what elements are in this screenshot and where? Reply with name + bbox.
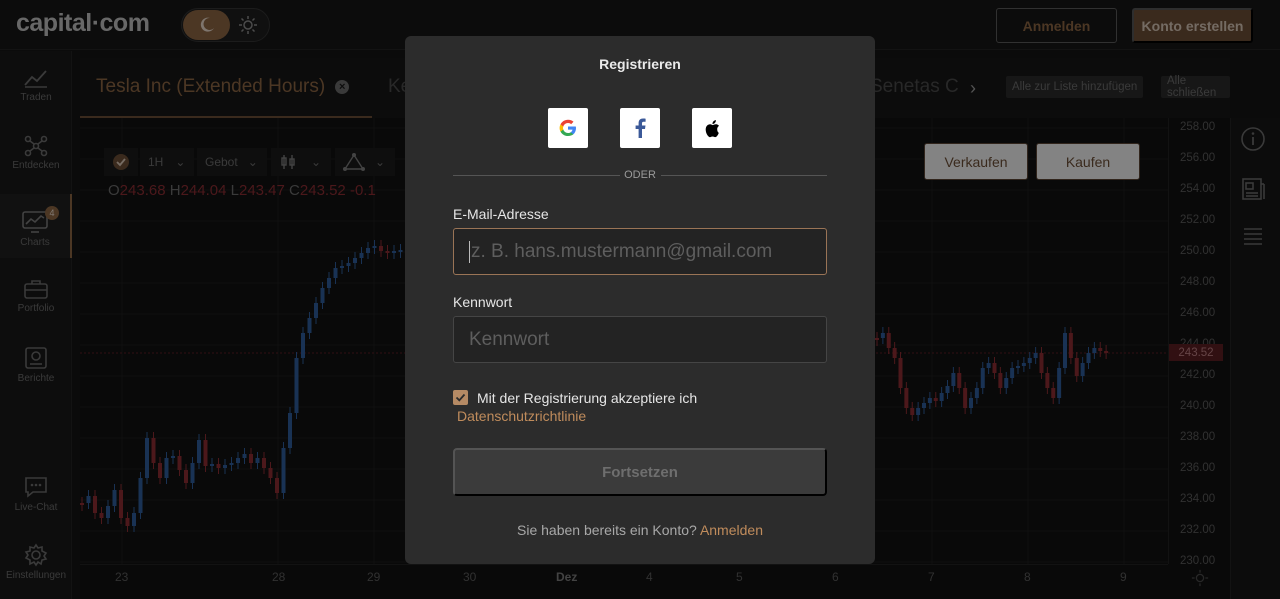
login-link[interactable]: Anmelden	[700, 522, 763, 538]
divider-right	[661, 175, 827, 176]
email-label: E-Mail-Adresse	[453, 206, 549, 222]
have-account-text: Sie haben bereits ein Konto?	[517, 522, 697, 538]
continue-button[interactable]: Fortsetzen	[453, 448, 827, 496]
text-caret	[469, 240, 470, 263]
privacy-policy-link[interactable]: Datenschutzrichtlinie	[457, 408, 586, 424]
register-modal: Registrieren ODER E-Mail-Adresse z. B. h…	[405, 36, 875, 564]
google-icon	[559, 119, 576, 136]
have-account-row: Sie haben bereits ein Konto? Anmelden	[405, 522, 875, 538]
password-field[interactable]: Kennwort	[453, 316, 827, 363]
consent-text: Mit der Registrierung akzeptiere ich	[477, 390, 698, 406]
email-placeholder: z. B. hans.mustermann@gmail.com	[471, 240, 773, 262]
apple-signin-button[interactable]	[692, 108, 732, 148]
apple-icon	[705, 119, 719, 137]
facebook-signin-button[interactable]	[620, 108, 660, 148]
password-label: Kennwort	[453, 294, 513, 310]
checkmark-icon	[455, 393, 466, 402]
consent-checkbox[interactable]	[453, 390, 468, 405]
modal-title: Registrieren	[599, 56, 681, 72]
email-field[interactable]: z. B. hans.mustermann@gmail.com	[453, 228, 827, 275]
password-placeholder: Kennwort	[469, 328, 550, 350]
facebook-icon	[635, 118, 646, 138]
google-signin-button[interactable]	[548, 108, 588, 148]
